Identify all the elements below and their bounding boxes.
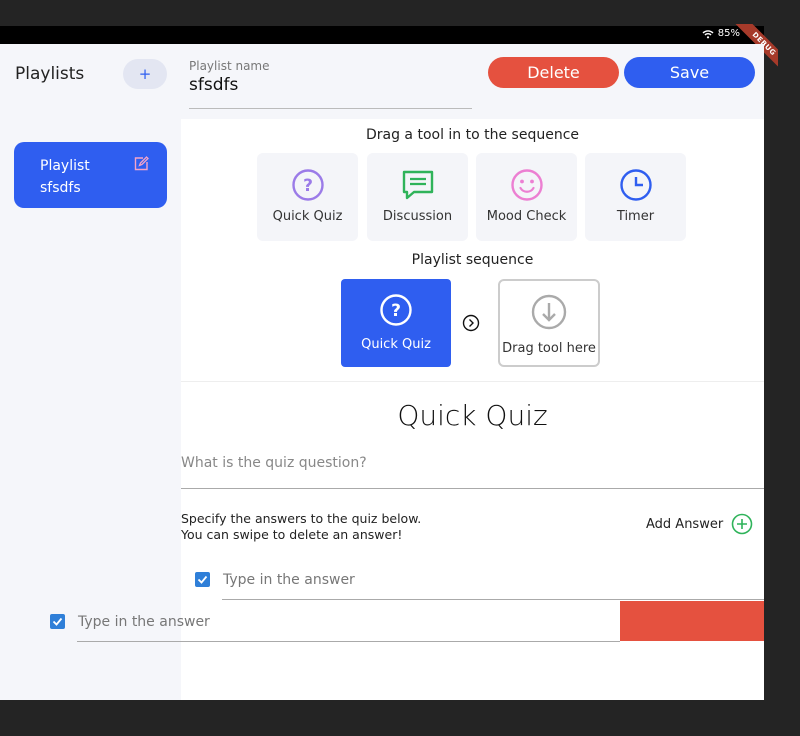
sequence-item-label: Quick Quiz [361, 337, 431, 352]
clock-icon [619, 169, 652, 201]
smiley-icon [510, 169, 543, 201]
playlist-name-input[interactable]: sfsdfs [189, 75, 472, 95]
tool-mood-check[interactable]: Mood Check [476, 153, 577, 241]
quiz-title: Quick Quiz [397, 399, 548, 432]
playlist-name: sfsdfs [40, 180, 81, 196]
svg-text:?: ? [391, 301, 401, 321]
tool-timer[interactable]: Timer [585, 153, 686, 241]
sequence-heading: Playlist sequence [411, 252, 534, 268]
sidebar-item-playlist[interactable]: Playlist sfsdfs [14, 142, 167, 208]
tool-discussion[interactable]: Discussion [367, 153, 468, 241]
playlist-name-field[interactable]: Playlist name sfsdfs [189, 59, 472, 109]
answer-checkbox[interactable] [195, 572, 210, 587]
answer-input[interactable]: Type in the answer [222, 560, 764, 600]
question-icon: ? [380, 294, 412, 326]
plus-circle-icon [731, 513, 753, 535]
download-arrow-icon [531, 294, 567, 330]
add-playlist-button[interactable]: + [123, 59, 167, 89]
check-icon [52, 617, 63, 626]
answer-input[interactable]: Type in the answer [77, 602, 620, 642]
drop-slot-label: Drag tool here [502, 341, 596, 356]
chevron-right-icon [462, 314, 480, 332]
add-answer-button[interactable]: Add Answer [646, 513, 753, 535]
quiz-question-input[interactable]: What is the quiz question? [181, 451, 764, 489]
app-window: Playlists + Playlist sfsdfs Playlist nam… [0, 44, 764, 700]
sequence-drop-slot[interactable]: Drag tool here [498, 279, 600, 367]
section-divider [181, 381, 764, 382]
swipe-delete-background [620, 601, 764, 641]
wifi-icon [702, 29, 714, 38]
playlist-name-label: Playlist name [189, 59, 270, 73]
tool-label: Timer [616, 209, 655, 224]
tool-label: Quick Quiz [272, 209, 343, 224]
delete-button[interactable]: Delete [488, 57, 619, 88]
sidebar-title: Playlists [15, 64, 85, 84]
question-icon: ? [291, 169, 324, 201]
tool-label: Discussion [382, 209, 453, 224]
answer-checkbox[interactable] [50, 614, 65, 629]
edit-icon[interactable] [133, 156, 149, 172]
save-button[interactable]: Save [624, 57, 755, 88]
add-answer-label: Add Answer [646, 516, 724, 532]
answers-help-text: Specify the answers to the quiz below. Y… [181, 511, 422, 542]
tool-quick-quiz[interactable]: ? Quick Quiz [257, 153, 358, 241]
tool-label: Mood Check [486, 209, 567, 224]
status-bar: 85% [0, 26, 764, 44]
sequence-item-quick-quiz[interactable]: ? Quick Quiz [341, 279, 451, 367]
svg-text:?: ? [303, 176, 313, 196]
chat-icon [402, 170, 433, 200]
tools-heading: Drag a tool in to the sequence [365, 127, 580, 143]
check-icon [197, 575, 208, 584]
